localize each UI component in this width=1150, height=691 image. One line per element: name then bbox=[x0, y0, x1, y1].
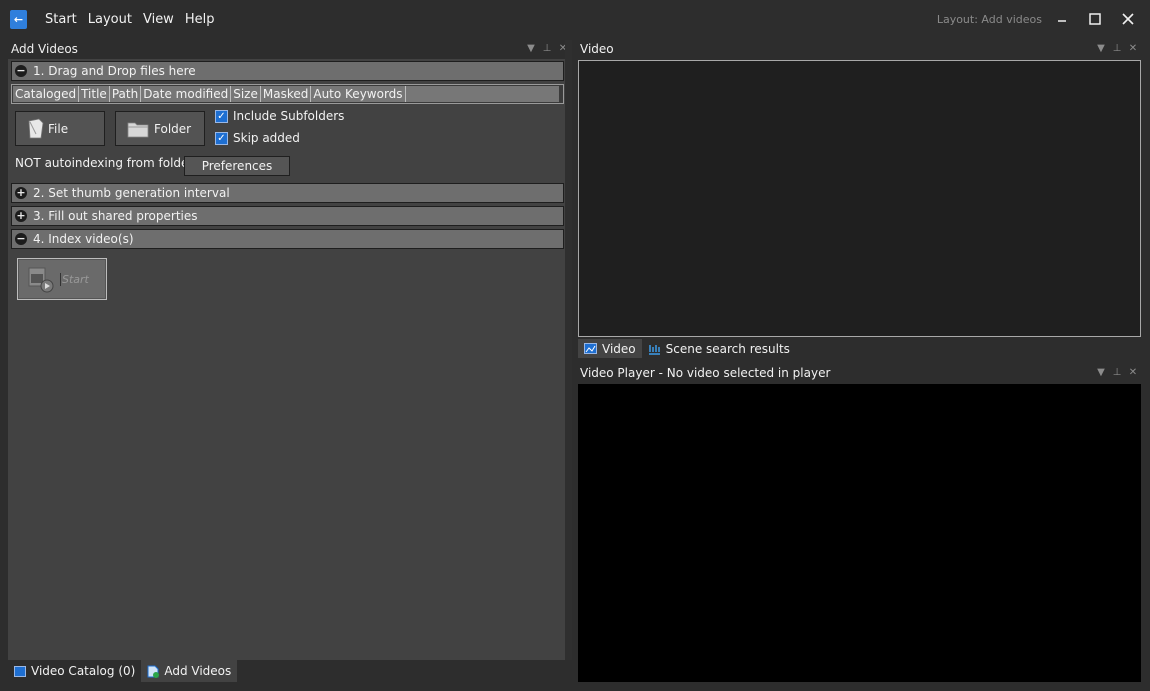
checkbox-checked-icon[interactable]: ✓ bbox=[215, 131, 228, 145]
folder-icon bbox=[127, 122, 149, 137]
maximize-icon[interactable] bbox=[1085, 9, 1105, 29]
bottom-tab-strip: Video Catalog (0) Add Videos bbox=[8, 660, 238, 684]
col-date-modified[interactable]: Date modified bbox=[141, 86, 232, 102]
catalog-icon bbox=[14, 665, 26, 677]
pin-icon[interactable]: ⊥ bbox=[1112, 367, 1122, 379]
video-panel-title: Video bbox=[580, 42, 614, 56]
collapse-icon[interactable]: − bbox=[15, 233, 27, 245]
video-tab-strip: Video Scene search results bbox=[578, 339, 796, 359]
skip-added-checkbox[interactable]: ✓ Skip added bbox=[215, 131, 300, 145]
video-panel-header: Video ▼ ⊥ ✕ bbox=[577, 40, 1142, 60]
add-file-button[interactable]: File bbox=[15, 111, 105, 146]
autoindex-status: NOT autoindexing from folder bbox=[15, 156, 194, 170]
grid-header: Cataloged Title Path Date modified Size … bbox=[13, 86, 559, 102]
add-videos-panel: Add Videos ▼ ⊥ ✕ − 1. Drag and Drop file… bbox=[8, 40, 572, 660]
add-video-icon bbox=[147, 665, 160, 678]
add-folder-button[interactable]: Folder bbox=[115, 111, 205, 146]
title-bar: ← Start Layout View Help Layout: Add vid… bbox=[0, 0, 1150, 38]
pin-icon[interactable]: ⊥ bbox=[542, 43, 552, 55]
include-subfolders-checkbox[interactable]: ✓ Include Subfolders bbox=[215, 109, 344, 123]
menu-help[interactable]: Help bbox=[185, 12, 215, 27]
dropdown-icon[interactable]: ▼ bbox=[1096, 367, 1106, 379]
scene-search-icon bbox=[648, 344, 660, 355]
section-thumb-interval[interactable]: + 2. Set thumb generation interval bbox=[11, 183, 564, 203]
col-path[interactable]: Path bbox=[110, 86, 142, 102]
checkbox-checked-icon[interactable]: ✓ bbox=[215, 109, 228, 123]
player-panel-title: Video Player - No video selected in play… bbox=[580, 366, 831, 380]
video-player-area[interactable] bbox=[578, 384, 1141, 682]
video-grid-area[interactable] bbox=[578, 60, 1141, 337]
dropdown-icon[interactable]: ▼ bbox=[526, 43, 536, 55]
section-shared-properties[interactable]: + 3. Fill out shared properties bbox=[11, 206, 564, 226]
expand-icon[interactable]: + bbox=[15, 187, 27, 199]
tab-scene-search-results[interactable]: Scene search results bbox=[642, 339, 796, 358]
close-icon[interactable] bbox=[1118, 9, 1138, 29]
tab-add-videos[interactable]: Add Videos bbox=[141, 660, 238, 682]
section-index-videos[interactable]: − 4. Index video(s) bbox=[11, 229, 564, 249]
start-index-button[interactable]: Start bbox=[17, 258, 107, 300]
pin-icon[interactable]: ⊥ bbox=[1112, 43, 1122, 55]
menu-layout[interactable]: Layout bbox=[88, 12, 132, 27]
add-videos-header: Add Videos ▼ ⊥ ✕ bbox=[8, 40, 572, 59]
tab-video[interactable]: Video bbox=[578, 339, 642, 358]
menu-view[interactable]: View bbox=[143, 12, 174, 27]
col-auto-keywords[interactable]: Auto Keywords bbox=[311, 86, 406, 102]
video-camera-icon bbox=[28, 267, 54, 293]
tab-video-catalog[interactable]: Video Catalog (0) bbox=[8, 660, 141, 682]
left-scrollbar[interactable] bbox=[565, 40, 572, 660]
preferences-button[interactable]: Preferences bbox=[184, 156, 290, 176]
collapse-icon[interactable]: − bbox=[15, 65, 27, 77]
file-list-grid[interactable]: Cataloged Title Path Date modified Size … bbox=[11, 84, 564, 104]
menu-start[interactable]: Start bbox=[45, 12, 77, 27]
dropdown-icon[interactable]: ▼ bbox=[1096, 43, 1106, 55]
expand-icon[interactable]: + bbox=[15, 210, 27, 222]
file-icon bbox=[28, 118, 44, 138]
section-drag-drop[interactable]: − 1. Drag and Drop files here bbox=[11, 61, 564, 81]
close-pane-icon[interactable]: ✕ bbox=[1128, 43, 1138, 55]
panel-title: Add Videos bbox=[11, 42, 78, 56]
col-title[interactable]: Title bbox=[79, 86, 110, 102]
player-panel-header: Video Player - No video selected in play… bbox=[577, 364, 1142, 384]
close-pane-icon[interactable]: ✕ bbox=[1128, 367, 1138, 379]
layout-label: Layout: Add videos bbox=[936, 13, 1042, 26]
video-tab-icon bbox=[584, 343, 597, 354]
col-masked[interactable]: Masked bbox=[261, 86, 312, 102]
col-cataloged[interactable]: Cataloged bbox=[13, 86, 80, 102]
app-back-icon[interactable]: ← bbox=[10, 10, 27, 29]
menu-bar: Start Layout View Help bbox=[45, 12, 225, 27]
col-size[interactable]: Size bbox=[231, 86, 261, 102]
minimize-icon[interactable] bbox=[1052, 9, 1072, 29]
